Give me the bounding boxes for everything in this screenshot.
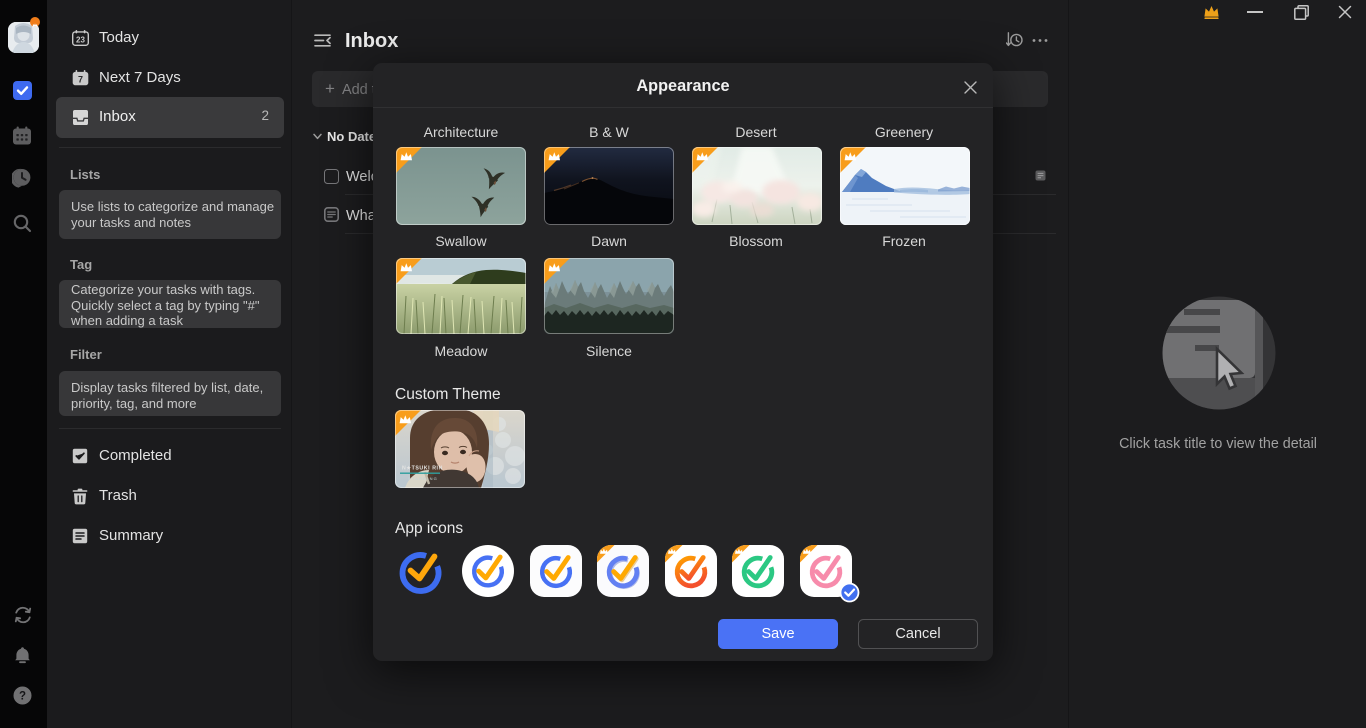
svg-text:?: ? — [19, 690, 26, 702]
svg-text:23: 23 — [76, 35, 85, 44]
svg-text:7: 7 — [78, 75, 83, 85]
